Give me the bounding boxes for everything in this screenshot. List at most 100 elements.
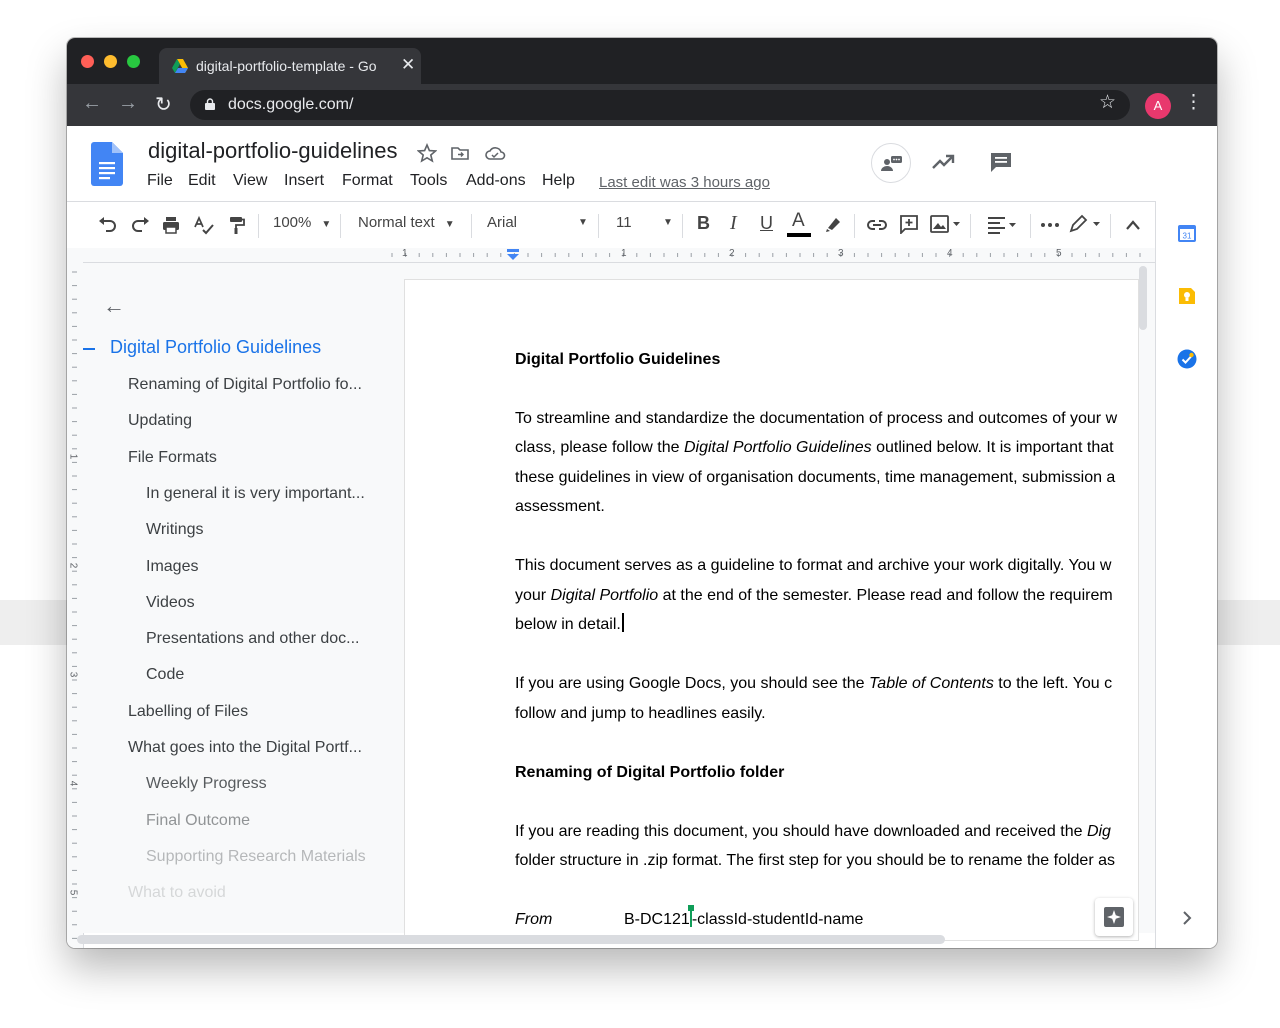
vertical-scrollbar[interactable] [1139,266,1147,330]
minimize-window-button[interactable] [104,55,117,68]
paragraph-line: follow and jump to headlines easily. [515,705,766,722]
more-options-icon[interactable] [1041,222,1059,228]
menu-view[interactable]: View [233,172,267,190]
forward-button[interactable]: → [118,92,138,115]
last-edit-link[interactable]: Last edit was 3 hours ago [599,174,770,191]
keep-icon[interactable] [1177,286,1197,306]
style-select[interactable]: Normal text ▼ [358,214,455,231]
menu-edit[interactable]: Edit [188,172,216,190]
back-arrow-icon[interactable]: ← [103,293,125,319]
font-select[interactable]: Arial ▼ [487,214,588,231]
outline-item[interactable]: Supporting Research Materials [146,848,366,866]
bold-button[interactable]: B [697,213,710,234]
editing-mode-icon[interactable] [1068,214,1104,234]
outline-item[interactable]: Presentations and other doc... [146,630,359,648]
document-body[interactable]: Digital Portfolio Guidelines To streamli… [515,280,1138,940]
outline-item[interactable]: Weekly Progress [146,775,267,793]
indent-marker-icon[interactable] [506,249,520,261]
profile-avatar[interactable]: A [1145,93,1171,119]
italic-text-run: Digital Portfolio [550,587,659,604]
text-color-button[interactable]: A [787,210,811,237]
undo-icon[interactable] [97,215,119,235]
outline-item[interactable]: Labelling of Files [128,703,248,721]
close-window-button[interactable] [81,55,94,68]
paragraph-line: class, please follow the Digital Portfol… [515,433,1114,463]
expand-panel-icon[interactable] [1177,908,1197,928]
vertical-ruler[interactable]: 1 2 3 4 5 [67,262,84,948]
browser-tab[interactable]: digital-portfolio-template - Go ✕ [159,48,421,84]
outline-active-marker [83,348,95,350]
comments-icon[interactable] [989,150,1013,174]
tasks-icon[interactable] [1177,349,1197,369]
font-value: Arial [487,214,518,231]
move-folder-icon[interactable] [450,143,470,163]
underline-button[interactable]: U [760,213,773,234]
zoom-window-button[interactable] [127,55,140,68]
text-run: at the end of the semester. Please read … [658,587,1113,604]
tab-close-icon[interactable]: ✕ [401,55,415,75]
docs-logo-icon[interactable] [91,142,123,186]
bookmark-star-icon[interactable]: ☆ [1099,91,1116,114]
outline-item[interactable]: In general it is very important... [146,485,365,503]
trending-up-icon[interactable] [931,152,955,172]
ruler-label: 2 [729,248,735,259]
redo-icon[interactable] [129,215,151,235]
outline-item[interactable]: Updating [128,412,192,430]
outline-item[interactable]: Images [146,558,198,576]
outline-item[interactable]: What to avoid [128,884,226,902]
horizontal-ruler[interactable]: 1 1 2 3 4 5 [67,248,1155,263]
outline-item[interactable]: Videos [146,594,195,612]
outline-item[interactable]: Final Outcome [146,812,250,830]
star-icon[interactable] [417,143,437,163]
paint-format-icon[interactable] [227,215,247,235]
menu-addons[interactable]: Add-ons [466,172,526,190]
ruler-ticks [391,253,1141,257]
collapse-toolbar-icon[interactable] [1125,219,1141,231]
text-cursor [621,613,624,632]
menu-help[interactable]: Help [542,172,575,190]
show-activity-button[interactable] [871,143,911,183]
browser-menu-icon[interactable]: ⋮ [1184,91,1203,114]
outline-item[interactable]: Code [146,666,184,684]
reload-button[interactable]: ↻ [155,92,172,117]
style-value: Normal text [358,214,435,231]
text-run: If you are reading this document, you sh… [515,823,1087,840]
insert-image-icon[interactable] [930,214,962,234]
print-icon[interactable] [161,215,181,235]
zoom-select[interactable]: 100% ▼ [273,214,331,231]
align-left-icon[interactable] [987,215,1021,235]
italic-button[interactable]: I [730,212,737,235]
google-drive-icon [172,59,188,73]
explore-button[interactable] [1095,898,1133,936]
chevron-down-icon: ▼ [578,217,588,228]
ruler-label: 4 [67,780,79,787]
ruler-label: 1 [402,248,408,259]
outline-item[interactable]: Writings [146,521,204,539]
menu-tools[interactable]: Tools [410,172,447,190]
text-run: below in detail. [515,616,621,633]
outline-item[interactable]: What goes into the Digital Portf... [128,739,362,757]
cloud-saved-icon[interactable] [484,143,506,163]
menu-format[interactable]: Format [342,172,393,190]
menu-file[interactable]: File [147,172,173,190]
highlight-color-icon[interactable] [824,214,844,234]
text-run: to the left. You c [993,675,1113,692]
outline-title[interactable]: Digital Portfolio Guidelines [110,337,321,358]
insert-link-icon[interactable] [866,216,888,234]
calendar-icon[interactable]: 31 [1177,223,1197,243]
document-page[interactable]: Digital Portfolio Guidelines To streamli… [405,280,1138,940]
formatting-toolbar: 100% ▼ Normal text ▼ Arial ▼ 11 ▼ B I U A [67,201,1155,250]
lock-icon [205,98,215,110]
back-button[interactable]: ← [82,92,102,115]
outline-item[interactable]: File Formats [128,449,217,467]
outline-item[interactable]: Renaming of Digital Portfolio fo... [128,376,362,394]
spellcheck-icon[interactable] [193,215,215,235]
document-title[interactable]: digital-portfolio-guidelines [148,138,397,164]
menu-insert[interactable]: Insert [284,172,324,190]
address-bar[interactable]: docs.google.com/ [190,90,1130,120]
text-run: B-DC121 [624,911,690,928]
font-size-select[interactable]: 11 ▼ [616,214,673,231]
horizontal-scrollbar[interactable] [77,935,945,944]
add-comment-icon[interactable] [899,214,919,234]
svg-text:31: 31 [1183,232,1192,241]
